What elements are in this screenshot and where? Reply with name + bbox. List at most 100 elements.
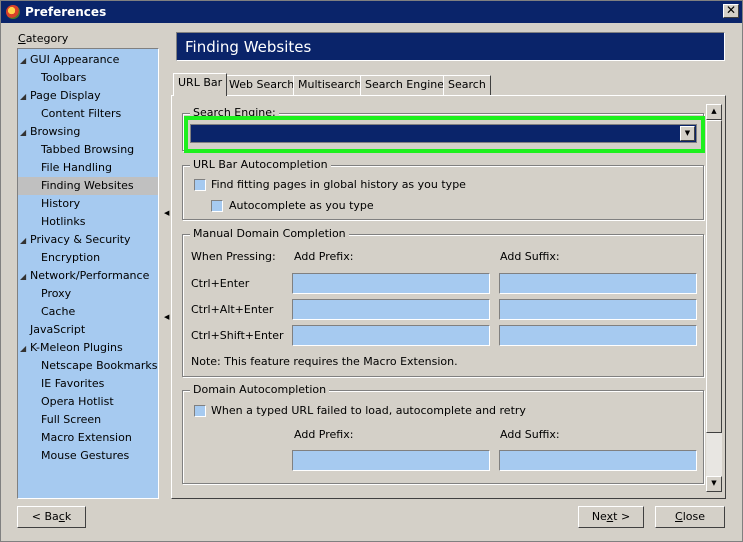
domain-prefix-input[interactable] — [292, 450, 490, 471]
scroll-thumb[interactable] — [706, 120, 722, 433]
autocompletion-legend: URL Bar Autocompletion — [190, 158, 331, 172]
page-title: Finding Websites — [176, 32, 725, 61]
prefix-header: Add Prefix: — [294, 250, 354, 263]
tab-search-engines[interactable]: Search Engines — [360, 75, 455, 95]
sidebar-item[interactable]: ◢ Browsing — [18, 123, 80, 141]
title-bar: Preferences ✕ — [1, 1, 742, 23]
sidebar-item[interactable]: ◢ Privacy & Security — [18, 231, 131, 249]
sidebar-item[interactable]: Netscape Bookmarks — [18, 357, 158, 375]
expand-toggle-icon[interactable]: ◢ — [20, 268, 30, 286]
sidebar-item-label: Opera Hotlist — [41, 395, 114, 408]
vertical-scrollbar[interactable]: ▲ ▼ — [706, 104, 722, 492]
sidebar-item-label: Content Filters — [41, 107, 122, 120]
autocomplete-checkbox[interactable] — [211, 200, 223, 212]
sidebar-item[interactable]: Tabbed Browsing — [18, 141, 134, 159]
scroll-up-icon[interactable]: ▲ — [706, 104, 722, 120]
sidebar-item[interactable]: ◢ Network/Performance — [18, 267, 149, 285]
scroll-down-icon[interactable]: ▼ — [706, 476, 722, 492]
sidebar-item-label: Macro Extension — [41, 431, 132, 444]
domain-suffix-input[interactable] — [499, 450, 697, 471]
sidebar-item-label: File Handling — [41, 161, 112, 174]
sidebar-item[interactable]: Encryption — [18, 249, 100, 267]
sidebar-item[interactable]: Proxy — [18, 285, 71, 303]
category-tree[interactable]: ◢ GUI Appearance Toolbars ◢ Page Display Cont… — [17, 48, 159, 499]
ctrl-shift-enter-suffix-input[interactable] — [499, 325, 697, 346]
sidebar-item[interactable]: Mouse Gestures — [18, 447, 129, 465]
window-title: Preferences — [25, 5, 107, 19]
sidebar-item-label: Tabbed Browsing — [41, 143, 135, 156]
expand-toggle-icon[interactable]: ◢ — [20, 88, 30, 106]
app-icon — [6, 5, 20, 19]
find-pages-label: Find fitting pages in global history as … — [211, 178, 466, 191]
sidebar-item-label: Finding Websites — [41, 179, 134, 192]
sidebar-item[interactable]: History — [18, 195, 80, 213]
sidebar-item-label: Hotlinks — [41, 215, 86, 228]
sidebar-item-label: Full Screen — [41, 413, 102, 426]
sidebar-item-label: Page Display — [30, 89, 101, 102]
sidebar-item[interactable]: ◢ GUI Appearance — [18, 51, 119, 69]
sidebar-item[interactable]: File Handling — [18, 159, 112, 177]
expand-toggle-icon[interactable]: ◢ — [20, 232, 30, 250]
key-ctrl-alt-enter-label: Ctrl+Alt+Enter — [191, 303, 274, 316]
highlight-box — [184, 116, 705, 153]
sidebar-item[interactable]: ◢ K-Meleon Plugins — [18, 339, 123, 357]
sidebar-item-label: Network/Performance — [30, 269, 150, 282]
domain-autocompletion-legend: Domain Autocompletion — [190, 383, 330, 397]
sidebar-item-label: History — [41, 197, 81, 210]
macro-note: Note: This feature requires the Macro Ex… — [191, 355, 458, 368]
find-pages-checkbox[interactable] — [194, 179, 206, 191]
expand-toggle-icon[interactable]: ◢ — [20, 124, 30, 142]
sidebar-item-label: JavaScript — [30, 323, 86, 336]
sidebar-item-label: Mouse Gestures — [41, 449, 130, 462]
ctrl-enter-prefix-input[interactable] — [292, 273, 490, 294]
sidebar-item-label: K-Meleon Plugins — [30, 341, 123, 354]
tab-search[interactable]: Search — [443, 75, 491, 95]
sidebar-item[interactable]: Opera Hotlist — [18, 393, 114, 411]
preferences-window: Preferences ✕ Category ◢ GUI Appearance To… — [0, 0, 743, 542]
key-ctrl-enter-label: Ctrl+Enter — [191, 277, 250, 290]
sidebar-item-label: Netscape Bookmarks — [41, 359, 158, 372]
sidebar-item[interactable]: Toolbars — [18, 69, 86, 87]
sidebar-item-label: Cache — [41, 305, 76, 318]
back-button[interactable]: < Back — [17, 506, 86, 528]
close-button[interactable]: Close — [655, 506, 725, 528]
sidebar-item[interactable]: ◢ Page Display — [18, 87, 101, 105]
retry-checkbox[interactable] — [194, 405, 206, 417]
retry-label: When a typed URL failed to load, autocom… — [211, 404, 526, 417]
sidebar-item-label: GUI Appearance — [30, 53, 120, 66]
domain-prefix-header: Add Prefix: — [294, 428, 354, 441]
close-window-button[interactable]: ✕ — [723, 4, 739, 18]
when-pressing-header: When Pressing: — [191, 250, 276, 263]
sidebar-item-label: IE Favorites — [41, 377, 105, 390]
category-label: Category — [18, 32, 69, 45]
expand-toggle-icon[interactable]: ◢ — [20, 340, 30, 358]
sidebar-item[interactable]: Finding Websites — [18, 177, 158, 195]
sidebar-item-label: Proxy — [41, 287, 72, 300]
sidebar-item-label: Toolbars — [41, 71, 87, 84]
tab-multisearch[interactable]: Multisearch — [293, 75, 367, 95]
sidebar-item[interactable]: Cache — [18, 303, 75, 321]
ctrl-alt-enter-prefix-input[interactable] — [292, 299, 490, 320]
tab-url-bar[interactable]: URL Bar — [173, 73, 228, 96]
sidebar-item[interactable]: Content Filters — [18, 105, 121, 123]
sidebar-item[interactable]: IE Favorites — [18, 375, 104, 393]
next-button[interactable]: Next > — [578, 506, 644, 528]
sidebar-item-label: Privacy & Security — [30, 233, 131, 246]
tab-web-search[interactable]: Web Search — [224, 75, 300, 95]
autocomplete-label: Autocomplete as you type — [229, 199, 374, 212]
manual-domain-legend: Manual Domain Completion — [190, 227, 349, 241]
sidebar-item[interactable]: Macro Extension — [18, 429, 132, 447]
splitter-left-icon[interactable]: ◀ — [164, 313, 169, 321]
sidebar-item[interactable]: Hotlinks — [18, 213, 86, 231]
expand-toggle-icon[interactable]: ◢ — [20, 52, 30, 70]
suffix-header: Add Suffix: — [500, 250, 560, 263]
ctrl-alt-enter-suffix-input[interactable] — [499, 299, 697, 320]
ctrl-enter-suffix-input[interactable] — [499, 273, 697, 294]
ctrl-shift-enter-prefix-input[interactable] — [292, 325, 490, 346]
sidebar-item[interactable]: JavaScript — [18, 321, 85, 339]
domain-suffix-header: Add Suffix: — [500, 428, 560, 441]
sidebar-item-label: Browsing — [30, 125, 81, 138]
sidebar-item[interactable]: Full Screen — [18, 411, 101, 429]
key-ctrl-shift-enter-label: Ctrl+Shift+Enter — [191, 329, 284, 342]
splitter-left-icon[interactable]: ◀ — [164, 209, 169, 217]
